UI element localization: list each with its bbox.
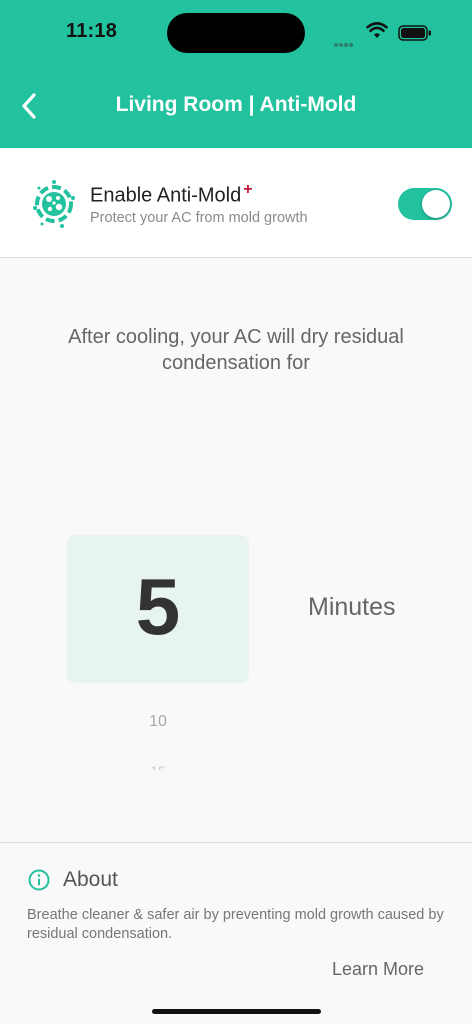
picker-option[interactable]: 10 — [67, 713, 249, 731]
about-text: Breathe cleaner & safer air by preventin… — [27, 907, 444, 942]
cellular-signal-icon — [334, 34, 354, 52]
header: 11:18 Living Room | Anti-Mold — [0, 0, 472, 148]
nav-bar: Living Room | Anti-Mold — [0, 76, 472, 136]
status-bar: 11:18 — [0, 0, 472, 64]
setting-subtitle: Protect your AC from mold growth — [90, 210, 308, 226]
info-icon — [28, 869, 50, 891]
about-title: About — [63, 868, 118, 891]
wifi-icon — [366, 22, 388, 38]
page-title: Living Room | Anti-Mold — [115, 93, 357, 116]
picker-selected-value: 5 — [135, 562, 181, 651]
setting-title: Enable Anti-Mold + — [90, 181, 253, 208]
duration-picker[interactable]: 5 — [67, 535, 249, 683]
mold-icon — [33, 180, 75, 228]
setting-title-text: Enable Anti-Mold — [90, 184, 242, 207]
learn-more-link[interactable]: Learn More — [332, 959, 424, 980]
about-section: About Breathe cleaner & safer air by pre… — [0, 842, 472, 1024]
home-indicator[interactable] — [152, 1009, 321, 1014]
anti-mold-toggle[interactable] — [398, 188, 452, 220]
dynamic-island — [167, 13, 305, 53]
battery-icon — [398, 25, 431, 41]
premium-badge: + — [243, 181, 253, 198]
status-time: 11:18 — [66, 20, 118, 42]
picker-option[interactable]: 15 — [67, 760, 249, 770]
dry-description: After cooling, your AC will dry residual… — [68, 326, 404, 374]
anti-mold-setting-row: Enable Anti-Mold + Protect your AC from m… — [0, 148, 472, 258]
toggle-knob — [422, 190, 450, 218]
unit-label: Minutes — [308, 593, 396, 621]
